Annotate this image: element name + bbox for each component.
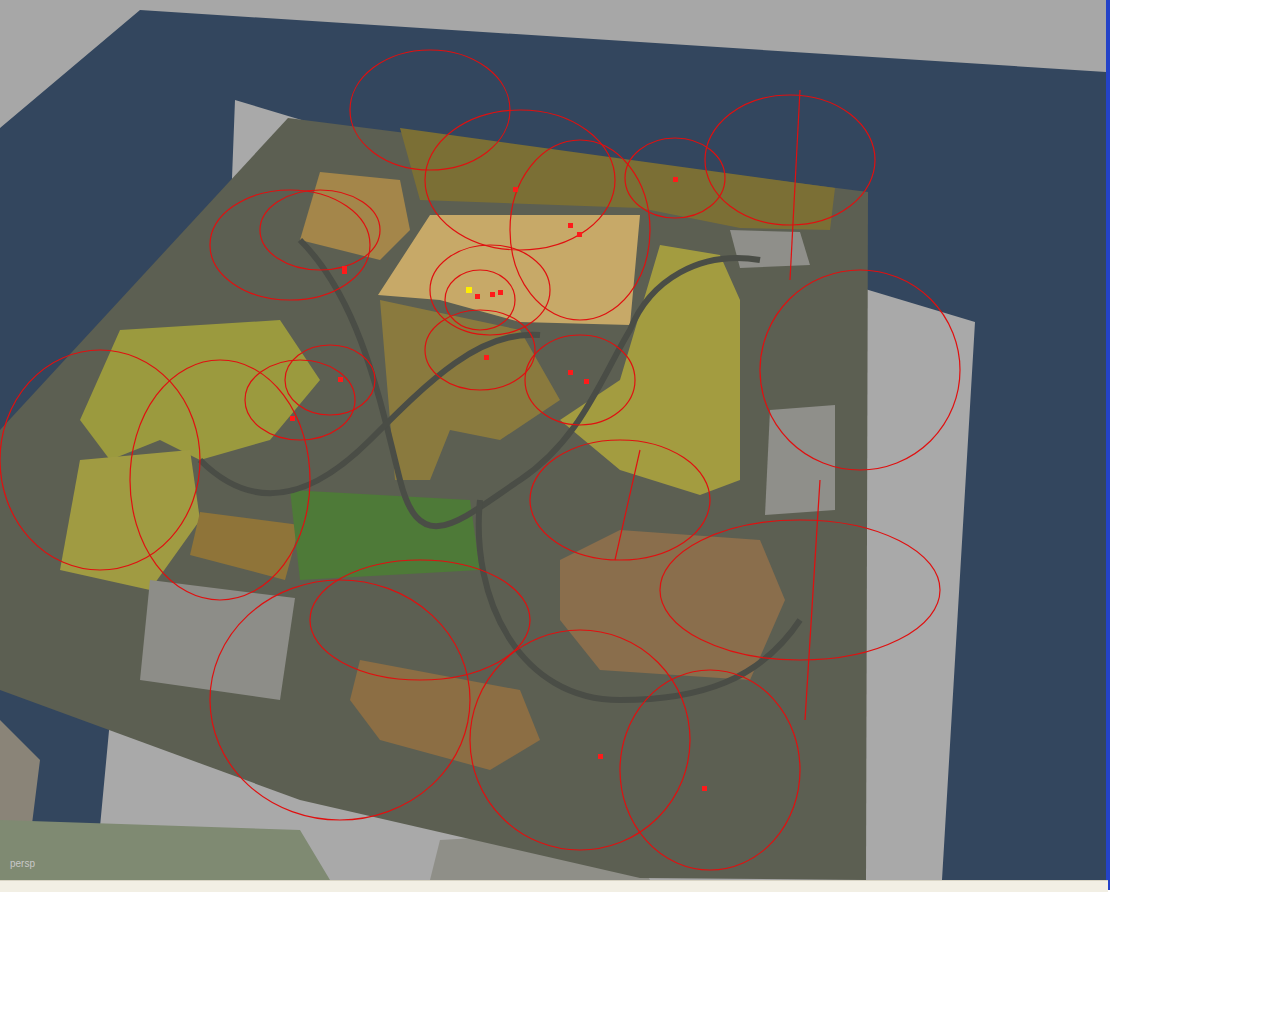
bottom-area bbox=[0, 880, 1280, 1024]
top-area: persp bbox=[0, 0, 1280, 880]
status-strip bbox=[0, 880, 1108, 892]
blank-area bbox=[1110, 0, 1280, 880]
terrain-scene bbox=[0, 0, 1106, 880]
camera-label: persp bbox=[10, 858, 35, 870]
3d-viewport[interactable]: persp bbox=[0, 0, 1106, 880]
screen: persp bbox=[0, 0, 1280, 1024]
